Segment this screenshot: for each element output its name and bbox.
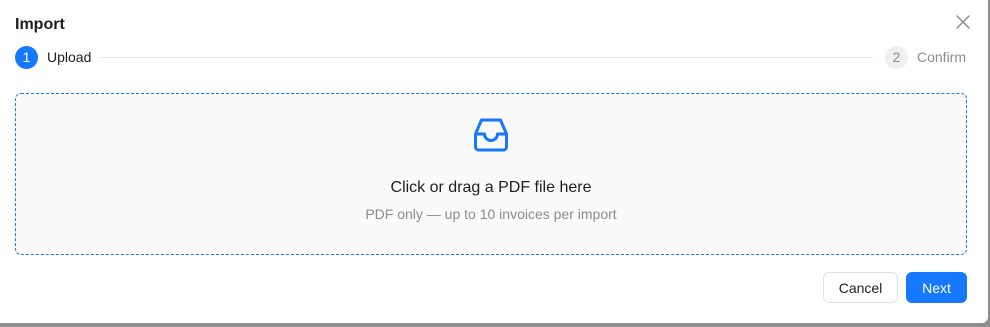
close-icon xyxy=(956,15,970,29)
dialog-title: Import xyxy=(15,16,65,33)
steps-indicator: 1 Upload 2 Confirm xyxy=(15,46,967,69)
step-connector xyxy=(100,57,873,58)
close-button[interactable] xyxy=(953,12,973,32)
cancel-button[interactable]: Cancel xyxy=(823,272,898,303)
dropzone-hint: PDF only — up to 10 invoices per import xyxy=(365,206,617,222)
next-button[interactable]: Next xyxy=(906,272,967,303)
inbox-icon xyxy=(474,118,508,152)
upload-dropzone[interactable]: Click or drag a PDF file here PDF only —… xyxy=(15,93,967,255)
step-1-number: 1 xyxy=(15,46,38,69)
import-dialog: Import 1 Upload 2 Confirm Click or drag … xyxy=(0,0,988,323)
step-1-label: Upload xyxy=(47,49,92,65)
step-2-number: 2 xyxy=(885,46,908,69)
step-2-label: Confirm xyxy=(917,49,967,65)
dropzone-text: Click or drag a PDF file here xyxy=(390,179,592,196)
